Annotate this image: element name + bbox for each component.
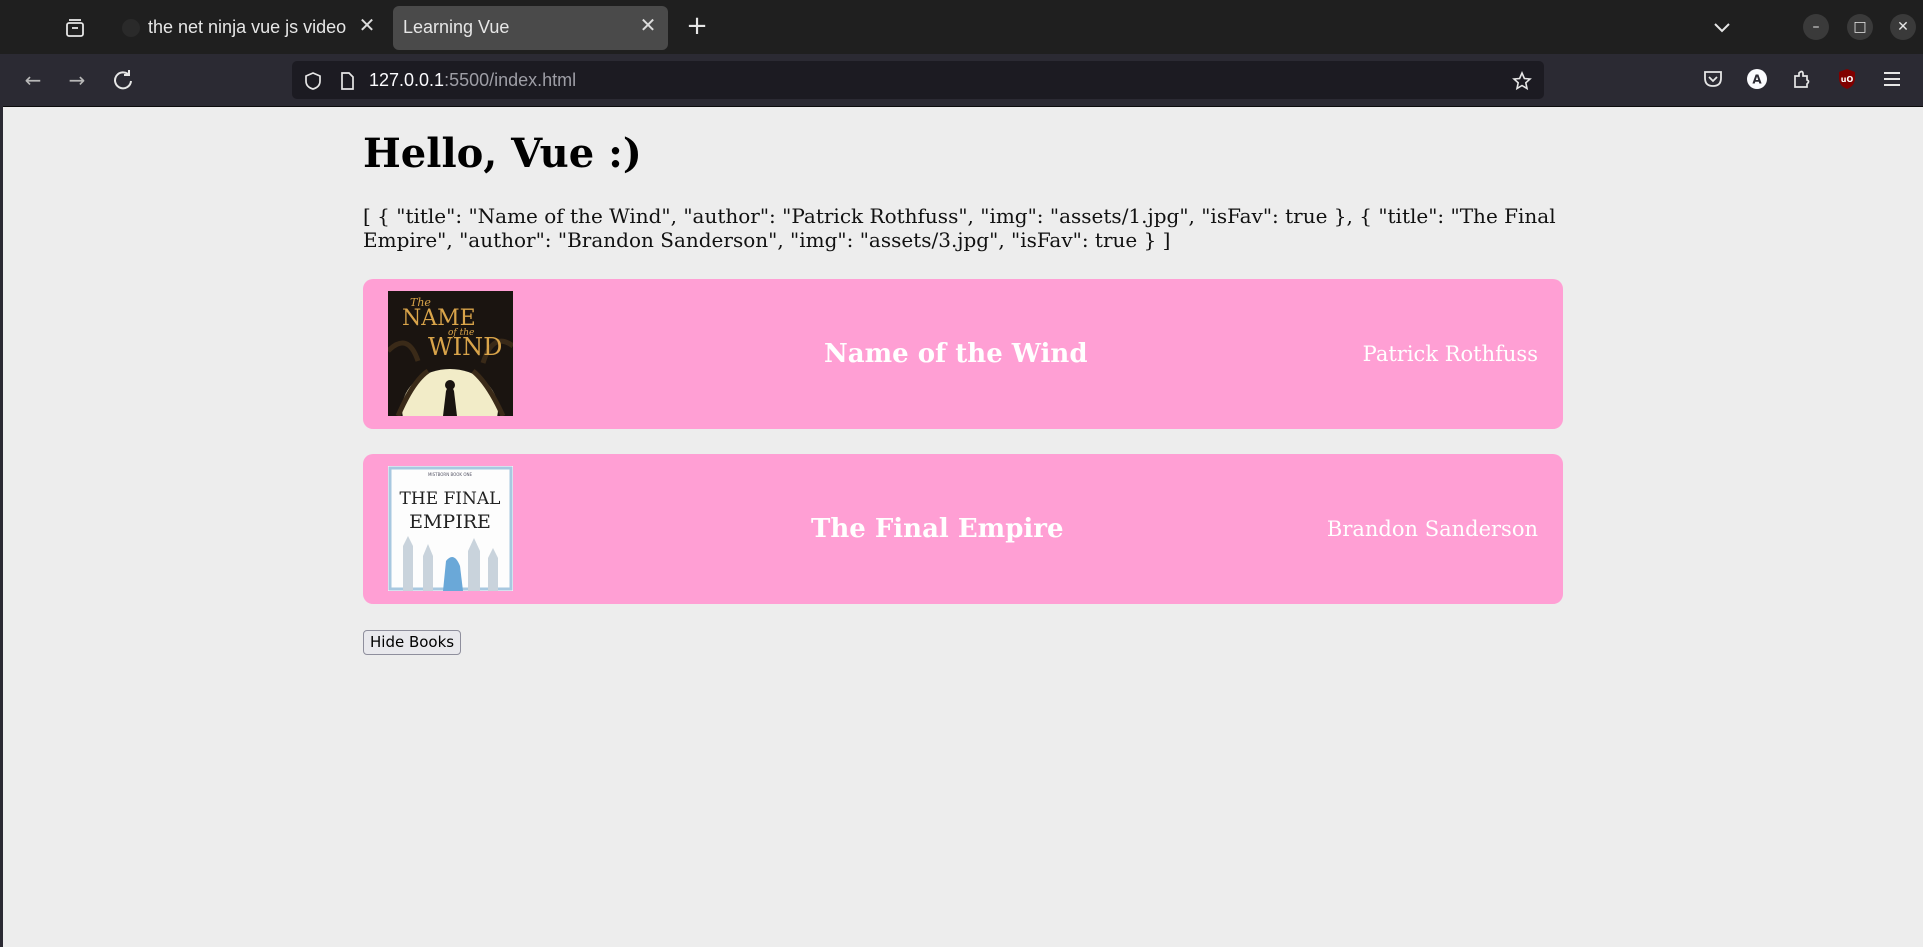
tab-title: the net ninja vue js video [148,17,347,37]
minimize-window-button[interactable]: – [1803,14,1829,40]
browser-tab-bar: the net ninja vue js video ✕ Learning Vu… [0,0,1923,54]
cover-text: EMPIRE [409,511,491,533]
book-card[interactable]: The NAME of the WIND Name of the Wind Pa… [363,279,1563,429]
bookmark-star-icon[interactable] [1512,71,1532,91]
maximize-window-button[interactable]: □ [1847,14,1873,40]
account-icon[interactable]: A [1745,67,1769,91]
close-tab-icon[interactable]: ✕ [356,15,378,37]
github-icon [122,19,140,37]
reload-icon[interactable] [110,67,136,93]
back-arrow-icon[interactable]: ← [20,67,46,93]
tab-title: Learning Vue [403,17,510,37]
hide-books-button[interactable]: Hide Books [363,630,462,655]
shield-icon[interactable] [303,71,323,91]
svg-text:uO: uO [1841,75,1854,84]
hamburger-menu-icon[interactable] [1880,67,1904,91]
close-tab-icon[interactable]: ✕ [637,15,659,37]
svg-text:A: A [1752,73,1762,87]
browser-nav-bar: ← → 127.0.0.1:5500/index.html A uO [0,54,1923,107]
close-window-button[interactable]: ✕ [1890,14,1916,40]
url-text[interactable]: 127.0.0.1:5500/index.html [369,70,576,91]
page-title: Hello, Vue :) [363,130,642,177]
book-cover-image: The NAME of the WIND [388,291,513,416]
new-tab-button[interactable]: + [684,13,710,39]
book-cover-image: MISTBORN BOOK ONE THE FINAL EMPIRE [388,466,513,591]
book-author: Brandon Sanderson [1326,517,1538,541]
url-path: :5500/index.html [444,70,577,90]
book-title: Name of the Wind [824,339,1088,369]
extensions-icon[interactable] [1790,67,1814,91]
book-card[interactable]: MISTBORN BOOK ONE THE FINAL EMPIRE The F… [363,454,1563,604]
cover-text: WIND [428,333,502,361]
list-tabs-icon[interactable] [1710,15,1734,39]
ublock-origin-icon[interactable]: uO [1835,67,1859,91]
url-host: 127.0.0.1 [369,70,445,90]
forward-arrow-icon[interactable]: → [64,67,90,93]
book-title: The Final Empire [811,514,1064,544]
tab-learning-vue[interactable]: Learning Vue ✕ [393,6,668,50]
cover-text: MISTBORN BOOK ONE [428,472,472,477]
url-bar[interactable]: 127.0.0.1:5500/index.html [292,61,1544,99]
books-json-output: [ { "title": "Name of the Wind", "author… [363,204,1556,252]
book-author: Patrick Rothfuss [1362,342,1538,366]
firefox-view-icon[interactable] [64,17,86,39]
cover-text: THE FINAL [400,489,501,509]
page-icon[interactable] [337,71,357,91]
tab-net-ninja[interactable]: the net ninja vue js video ✕ [110,6,390,50]
pocket-icon[interactable] [1701,67,1725,91]
window-edge [0,106,3,947]
